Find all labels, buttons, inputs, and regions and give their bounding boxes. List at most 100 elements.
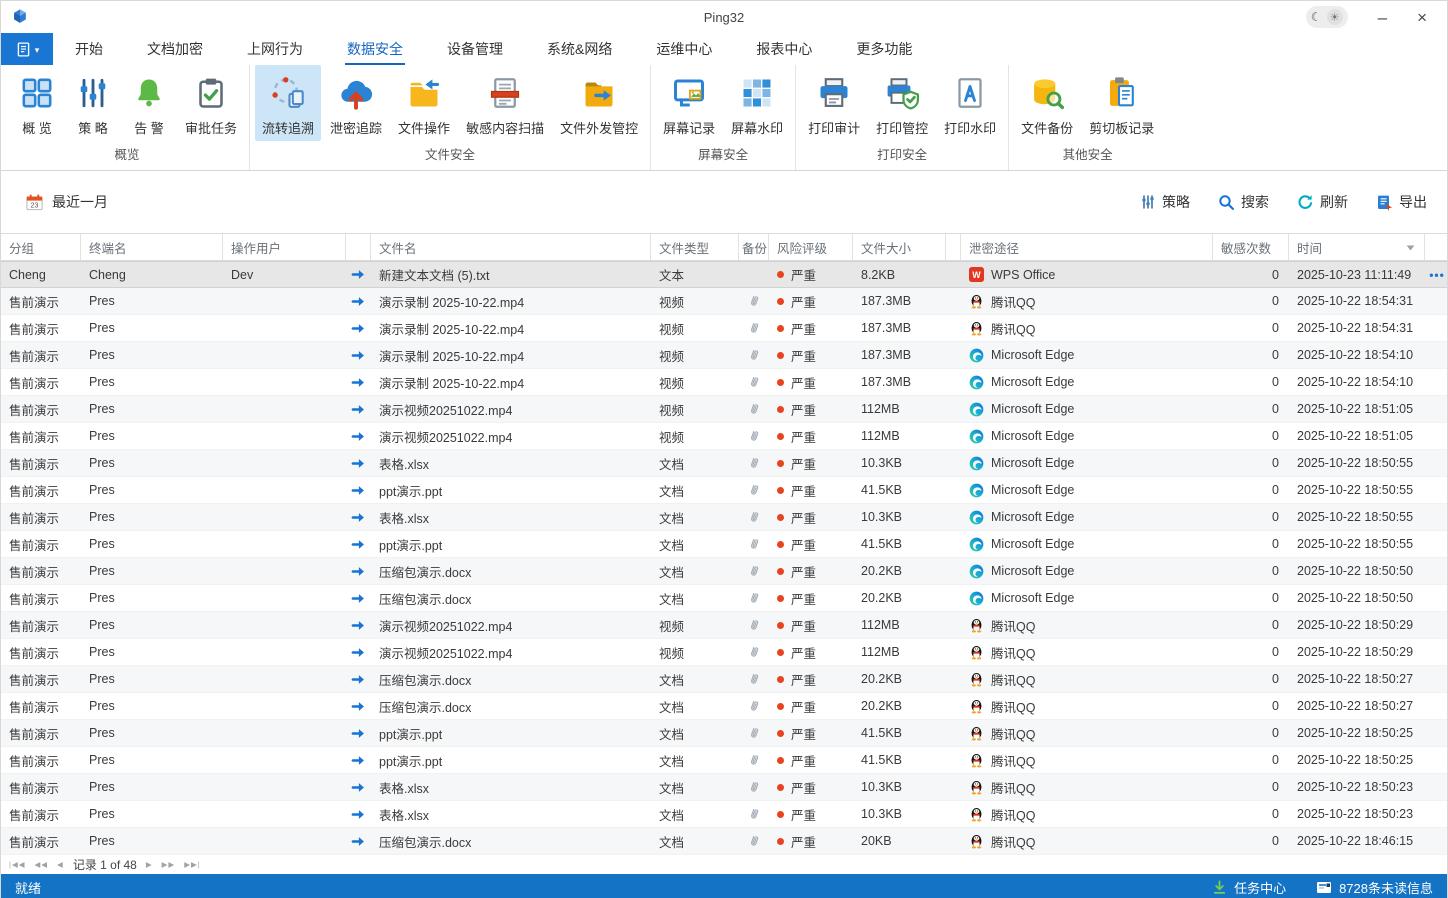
cell-risk: 严重 xyxy=(769,697,853,716)
cell-terminal: Pres xyxy=(89,591,115,605)
risk-dot-icon xyxy=(777,783,784,791)
tab-ops-center[interactable]: 运维中心 xyxy=(634,33,734,65)
date-range-filter[interactable]: 23 最近一月 xyxy=(25,192,108,212)
sensitive-content-scan-button[interactable]: 敏感内容扫描 xyxy=(459,65,551,141)
tab-more-features[interactable]: 更多功能 xyxy=(834,33,934,65)
file-outgoing-control-button[interactable]: 文件外发管控 xyxy=(553,65,645,141)
table-row[interactable]: 售前演示 Pres 表格.xlsx 文档 严重 10.3KB Microsoft Edge 0… xyxy=(1,450,1447,477)
tab-start[interactable]: 开始 xyxy=(53,33,125,65)
ribbon-group-label: 概览 xyxy=(114,148,140,162)
records-table: 分组 终端名 操作用户 文件名 文件类型 备份 风险评级 文件大小 泄密途径 敏感次数 时间 Che… xyxy=(1,233,1447,855)
leak-trace-button[interactable]: 泄密追踪 xyxy=(323,65,389,141)
export-button[interactable]: 导出 xyxy=(1376,192,1427,212)
column-header-backup[interactable]: 备份 xyxy=(739,234,769,260)
clipboard-document-icon xyxy=(1104,75,1140,111)
alerts-button[interactable]: 告 警 xyxy=(122,65,176,141)
column-header-risk[interactable]: 风险评级 xyxy=(769,234,853,260)
pager-prev-button-2[interactable]: ◀ xyxy=(57,861,64,869)
column-header-count[interactable]: 敏感次数 xyxy=(1213,234,1289,260)
tab-data-security[interactable]: 数据安全 xyxy=(325,33,425,65)
print-control-button[interactable]: 打印管控 xyxy=(869,65,935,141)
tab-device-management[interactable]: 设备管理 xyxy=(425,33,525,65)
column-header-user[interactable]: 操作用户 xyxy=(223,234,346,260)
pager-next-button-2[interactable]: ▶▶| xyxy=(184,861,200,869)
table-row[interactable]: 售前演示 Pres 演示视频20251022.mp4 视频 严重 112MB 腾讯QQ 0 20… xyxy=(1,639,1447,666)
policy-button[interactable]: 策略 xyxy=(1140,192,1190,212)
tab-doc-encryption[interactable]: 文档加密 xyxy=(125,33,225,65)
column-header-file[interactable]: 文件名 xyxy=(371,234,651,260)
pager-next-button-0[interactable]: ▶ xyxy=(146,861,153,869)
table-row[interactable]: 售前演示 Pres 压缩包演示.docx 文档 严重 20.2KB Microsoft Ed… xyxy=(1,558,1447,585)
task-center-button[interactable]: 任务中心 xyxy=(1212,878,1286,897)
ribbon-button-label: 文件备份 xyxy=(1021,121,1074,136)
column-header-size[interactable]: 文件大小 xyxy=(853,234,946,260)
table-row[interactable]: 售前演示 Pres 压缩包演示.docx 文档 严重 20.2KB Microsoft Ed… xyxy=(1,585,1447,612)
table-row[interactable]: 售前演示 Pres 压缩包演示.docx 文档 严重 20.2KB 腾讯QQ 0 2025-10… xyxy=(1,666,1447,693)
screen-watermark-button[interactable]: 屏幕水印 xyxy=(724,65,790,141)
table-row[interactable]: 售前演示 Pres 表格.xlsx 文档 严重 10.3KB Microsoft Edge 0… xyxy=(1,504,1447,531)
file-backup-button[interactable]: 文件备份 xyxy=(1014,65,1080,141)
time-filter-dropdown-icon xyxy=(1405,242,1416,253)
chevron-down-icon: ▾ xyxy=(34,44,40,55)
risk-label: 严重 xyxy=(791,538,817,553)
table-row[interactable]: 售前演示 Pres 演示录制 2025-10-22.mp4 视频 严重 187.3MB Mi… xyxy=(1,369,1447,396)
table-row[interactable]: 售前演示 Pres 演示录制 2025-10-22.mp4 视频 严重 187.3MB 腾讯… xyxy=(1,315,1447,342)
column-header-terminal[interactable]: 终端名 xyxy=(81,234,223,260)
overview-button[interactable]: 概 览 xyxy=(10,65,64,141)
pager-prev-button-0[interactable]: |◀◀ xyxy=(9,861,25,869)
table-row[interactable]: Cheng Cheng Dev 新建文本文档 (5).txt 文本 严重 8.2KB W WPS… xyxy=(1,261,1447,288)
printer-shield-icon xyxy=(884,75,920,111)
table-row[interactable]: 售前演示 Pres ppt演示.ppt 文档 严重 41.5KB Microsoft Edg… xyxy=(1,477,1447,504)
tab-web-behavior[interactable]: 上网行为 xyxy=(225,33,325,65)
leak-upload-icon xyxy=(338,75,374,111)
search-button[interactable]: 搜索 xyxy=(1218,192,1269,212)
light-mode-icon: ☀ xyxy=(1326,9,1343,25)
table-row[interactable]: 售前演示 Pres 压缩包演示.docx 文档 严重 20KB 腾讯QQ 0 2025-10-2… xyxy=(1,828,1447,855)
column-header-time[interactable]: 时间 xyxy=(1289,234,1425,260)
risk-label: 严重 xyxy=(791,269,817,283)
table-row[interactable]: 售前演示 Pres 演示视频20251022.mp4 视频 严重 112MB Microso… xyxy=(1,423,1447,450)
screen-record-button[interactable]: 屏幕记录 xyxy=(656,65,722,141)
table-row[interactable]: 售前演示 Pres 演示录制 2025-10-22.mp4 视频 严重 187.3MB Mi… xyxy=(1,342,1447,369)
pager-next-button-1[interactable]: ▶▶ xyxy=(162,861,176,869)
cell-risk: 严重 xyxy=(769,319,853,338)
refresh-button[interactable]: 刷新 xyxy=(1297,192,1348,212)
paperclip-icon xyxy=(747,294,761,308)
column-header-type[interactable]: 文件类型 xyxy=(651,234,739,260)
table-row[interactable]: 售前演示 Pres ppt演示.ppt 文档 严重 41.5KB Microsoft Edg… xyxy=(1,531,1447,558)
tab-system-network[interactable]: 系统&网络 xyxy=(525,33,634,65)
column-header-arrow[interactable] xyxy=(346,234,371,260)
column-header-label: 敏感次数 xyxy=(1221,241,1272,256)
mosaic-watermark-icon xyxy=(739,75,775,111)
table-row[interactable]: 售前演示 Pres ppt演示.ppt 文档 严重 41.5KB 腾讯QQ 0 2025-10-… xyxy=(1,747,1447,774)
cell-time: 2025-10-22 18:54:10 xyxy=(1297,348,1414,362)
table-row[interactable]: 售前演示 Pres 演示录制 2025-10-22.mp4 视频 严重 187.3MB 腾讯… xyxy=(1,288,1447,315)
print-watermark-button[interactable]: 打印水印 xyxy=(937,65,1003,141)
column-header-actions[interactable] xyxy=(1425,234,1448,260)
flow-trace-button[interactable]: 流转追溯 xyxy=(255,65,322,141)
unread-messages-button[interactable]: 8728条未读信息 xyxy=(1316,878,1433,897)
table-row[interactable]: 售前演示 Pres 演示视频20251022.mp4 视频 严重 112MB Microso… xyxy=(1,396,1447,423)
table-row[interactable]: 售前演示 Pres 表格.xlsx 文档 严重 10.3KB 腾讯QQ 0 2025-10-22… xyxy=(1,774,1447,801)
paperclip-icon xyxy=(747,348,761,362)
file-operations-button[interactable]: 文件操作 xyxy=(391,65,457,141)
column-header-route[interactable]: 泄密途径 xyxy=(961,234,1213,260)
pager-prev-button-1[interactable]: ◀◀ xyxy=(34,861,48,869)
print-audit-button[interactable]: 打印审计 xyxy=(801,65,867,141)
approval-tasks-button[interactable]: 审批任务 xyxy=(178,65,244,141)
close-button[interactable]: × xyxy=(1417,9,1427,26)
cell-sensitive-count: 0 xyxy=(1272,699,1279,713)
table-row[interactable]: 售前演示 Pres 演示视频20251022.mp4 视频 严重 112MB 腾讯QQ 0 20… xyxy=(1,612,1447,639)
minimize-button[interactable]: – xyxy=(1378,9,1387,26)
policy-button[interactable]: 策 略 xyxy=(66,65,120,141)
column-header-spacer[interactable] xyxy=(946,234,961,260)
clipboard-record-button[interactable]: 剪切板记录 xyxy=(1082,65,1161,141)
column-header-group[interactable]: 分组 xyxy=(1,234,81,260)
file-menu-button[interactable]: ▾ xyxy=(1,33,53,65)
row-actions-button[interactable]: ••• xyxy=(1429,268,1445,282)
table-row[interactable]: 售前演示 Pres 压缩包演示.docx 文档 严重 20.2KB 腾讯QQ 0 2025-10… xyxy=(1,693,1447,720)
theme-toggle[interactable]: ☾ ☀ xyxy=(1305,6,1348,28)
tab-report-center[interactable]: 报表中心 xyxy=(734,33,834,65)
table-row[interactable]: 售前演示 Pres ppt演示.ppt 文档 严重 41.5KB 腾讯QQ 0 2025-10-… xyxy=(1,720,1447,747)
table-row[interactable]: 售前演示 Pres 表格.xlsx 文档 严重 10.3KB 腾讯QQ 0 2025-10-22… xyxy=(1,801,1447,828)
